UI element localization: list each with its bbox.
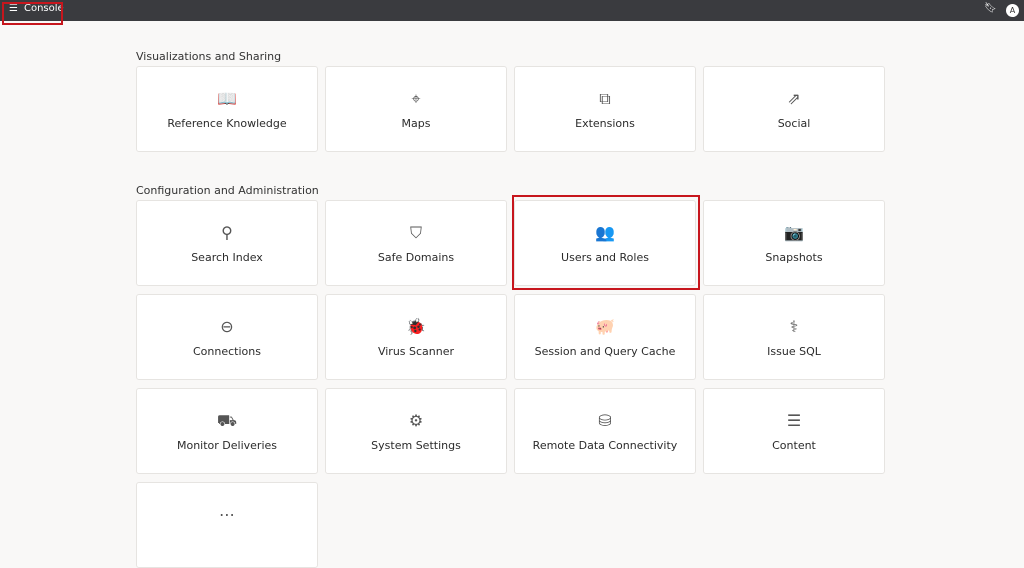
remote-data-connectivity-icon: ⛁ <box>598 411 612 430</box>
tile-label: Reference Knowledge <box>167 117 287 130</box>
tile-search-index[interactable]: ⚲ Search Index <box>136 200 318 286</box>
avatar[interactable]: A <box>1006 4 1019 17</box>
extensions-icon: ⧉ <box>599 89 611 108</box>
tile-label: Monitor Deliveries <box>176 439 277 452</box>
tile-extensions[interactable]: ⧉ Extensions <box>514 66 696 152</box>
tile-content[interactable]: ☰ Content <box>703 388 885 474</box>
search-index-icon: ⚲ <box>221 223 233 242</box>
tile-label: Maps <box>401 117 431 130</box>
more-icon: ⋯ <box>219 505 235 524</box>
tile-maps[interactable]: ⌖ Maps <box>325 66 507 152</box>
tile-label: Remote Data Connectivity <box>532 439 678 452</box>
section-title-configuration: Configuration and Administration <box>136 184 319 197</box>
tile-label: Virus Scanner <box>377 345 455 358</box>
tile-monitor-deliveries[interactable]: ⛟ Monitor Deliveries <box>136 388 318 474</box>
tile-label: Extensions <box>575 117 635 130</box>
tile-session-and-query-cache[interactable]: 🐖 Session and Query Cache <box>514 294 696 380</box>
bookmark-icon[interactable]: 🔖︎ <box>984 3 997 14</box>
tile-issue-sql[interactable]: ⚕ Issue SQL <box>703 294 885 380</box>
highlight-console <box>2 2 63 25</box>
system-settings-icon: ⚙ <box>408 411 424 430</box>
social-icon: ⇗ <box>787 89 801 108</box>
content-icon: ☰ <box>786 411 802 430</box>
tile-label: Social <box>777 117 811 130</box>
tile-label: Issue SQL <box>767 345 821 358</box>
section-title-visualizations: Visualizations and Sharing <box>136 50 282 63</box>
session-and-query-cache-icon: 🐖 <box>595 317 615 336</box>
tile-system-settings[interactable]: ⚙ System Settings <box>325 388 507 474</box>
tile-social[interactable]: ⇗ Social <box>703 66 885 152</box>
tile-safe-domains[interactable]: ⛉ Safe Domains <box>325 200 507 286</box>
safe-domains-icon: ⛉ <box>409 223 422 242</box>
tile-remote-data-connectivity[interactable]: ⛁ Remote Data Connectivity <box>514 388 696 474</box>
tile-label: Snapshots <box>765 251 823 264</box>
issue-sql-icon: ⚕ <box>789 317 799 336</box>
maps-icon: ⌖ <box>411 89 421 108</box>
tile-label: Connections <box>193 345 261 358</box>
tile-more[interactable]: ⋯ <box>136 482 318 568</box>
tile-reference-knowledge[interactable]: 📖 Reference Knowledge <box>136 66 318 152</box>
tile-label: Safe Domains <box>377 251 455 264</box>
connections-icon: ⊖ <box>220 317 234 336</box>
tile-snapshots[interactable]: 📷 Snapshots <box>703 200 885 286</box>
reference-knowledge-icon: 📖 <box>217 89 237 108</box>
tile-label: System Settings <box>371 439 461 452</box>
tile-connections[interactable]: ⊖ Connections <box>136 294 318 380</box>
snapshots-icon: 📷 <box>784 223 804 242</box>
top-bar: ☰ Console 🔖︎ A <box>0 0 1024 21</box>
monitor-deliveries-icon: ⛟ <box>216 411 238 430</box>
tile-label: Content <box>772 439 816 452</box>
virus-scanner-icon: 🐞 <box>406 317 426 336</box>
highlight-users-and-roles <box>512 195 700 290</box>
tile-virus-scanner[interactable]: 🐞 Virus Scanner <box>325 294 507 380</box>
tile-label: Search Index <box>191 251 263 264</box>
tile-label: Session and Query Cache <box>534 345 676 358</box>
